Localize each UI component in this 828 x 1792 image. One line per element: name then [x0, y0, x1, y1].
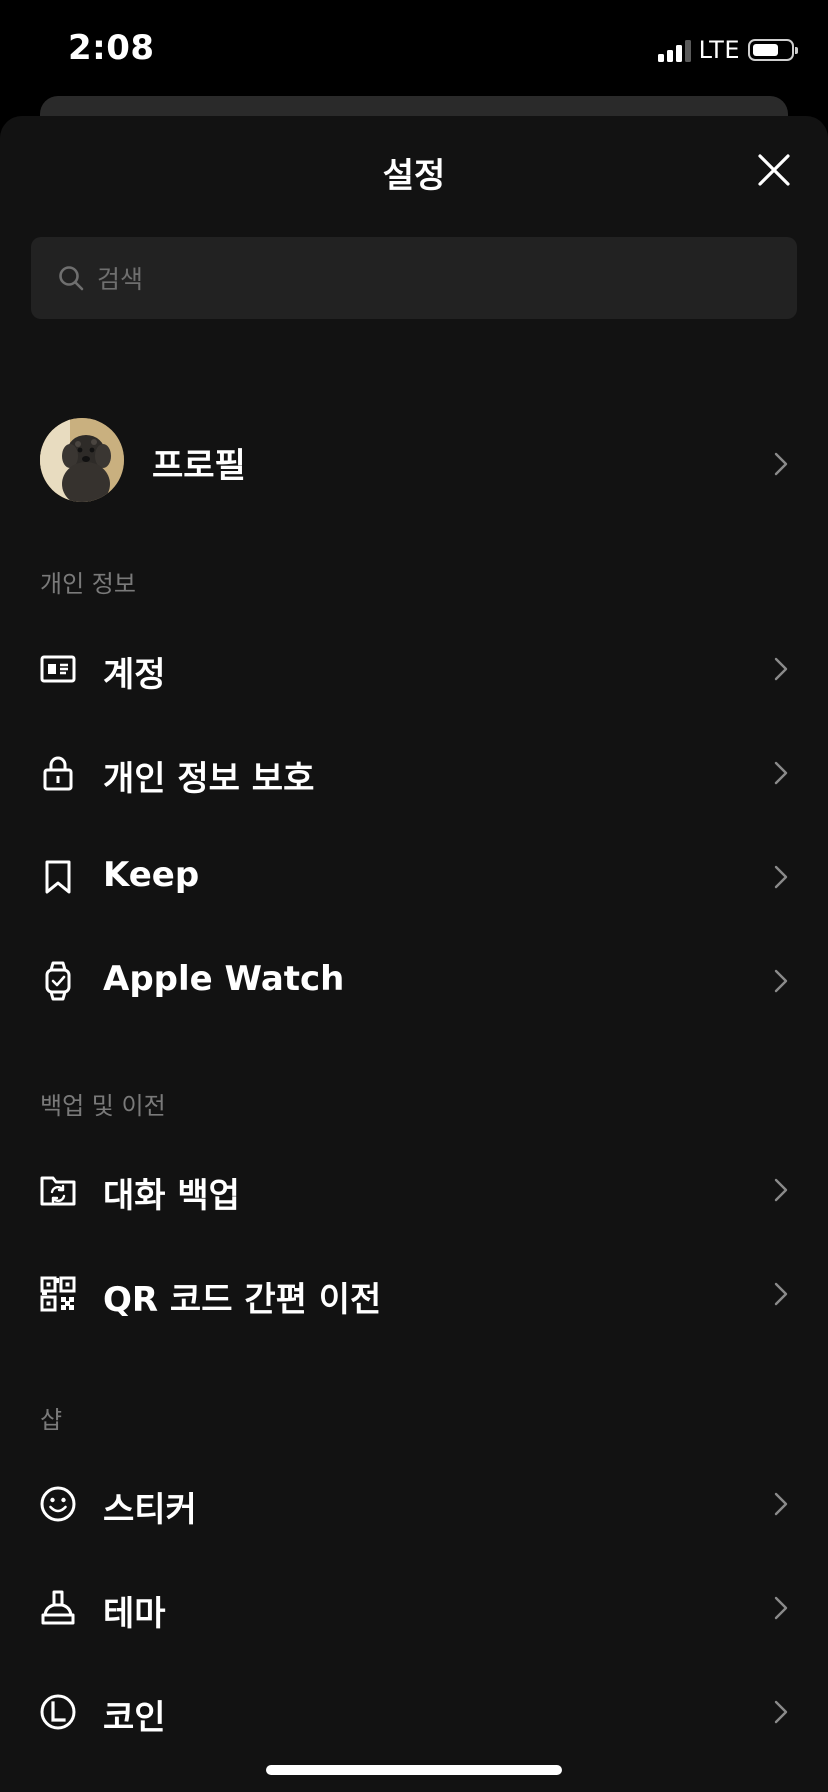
profile-label: 프로필: [152, 446, 246, 486]
menu-item-apple-watch[interactable]: Apple Watch: [0, 933, 828, 1029]
lock-icon: [43, 756, 73, 791]
folder-sync-icon: [40, 1176, 76, 1206]
menu-item-coins[interactable]: 코인: [0, 1664, 828, 1760]
menu-item-privacy[interactable]: 개인 정보 보호: [0, 725, 828, 821]
chevron-right-icon: [774, 1596, 788, 1620]
menu-item-label: 개인 정보 보호: [103, 759, 315, 799]
profile-row[interactable]: 프로필: [0, 406, 828, 526]
qr-code-icon: [40, 1276, 76, 1312]
menu-item-stickers[interactable]: 스티커: [0, 1456, 828, 1552]
menu-item-label: QR 코드 간편 이전: [103, 1280, 382, 1320]
battery-level: [753, 44, 778, 56]
chevron-right-icon: [774, 1178, 788, 1202]
screen: 2:08 LTE 설정 검색 프로필 개인 정보 계정 개인 정보 보호 Kee…: [0, 0, 828, 1792]
section-header-shop: 샵: [40, 1406, 63, 1434]
chevron-right-icon: [774, 865, 788, 889]
avatar: [40, 418, 124, 502]
section-header-personal: 개인 정보: [40, 570, 136, 598]
menu-item-label: Apple Watch: [103, 959, 345, 999]
menu-item-label: 테마: [103, 1594, 166, 1634]
menu-item-account[interactable]: 계정: [0, 621, 828, 717]
menu-item-themes[interactable]: 테마: [0, 1560, 828, 1656]
chevron-right-icon: [774, 1700, 788, 1724]
brush-icon: [41, 1590, 75, 1625]
bookmark-icon: [45, 860, 71, 894]
chevron-right-icon: [774, 1492, 788, 1516]
smiley-icon: [40, 1486, 76, 1522]
status-indicators: LTE: [657, 36, 798, 64]
menu-item-label: Keep: [103, 855, 200, 895]
menu-item-qr-transfer[interactable]: QR 코드 간편 이전: [0, 1246, 828, 1342]
chevron-right-icon: [774, 969, 788, 993]
chevron-right-icon: [774, 761, 788, 785]
menu-item-label: 스티커: [103, 1490, 197, 1530]
settings-sheet: 설정 검색 프로필 개인 정보 계정 개인 정보 보호 Keep Apple W…: [0, 116, 828, 1792]
menu-item-label: 계정: [103, 655, 166, 695]
chevron-right-icon: [774, 1282, 788, 1306]
menu-item-chat-backup[interactable]: 대화 백업: [0, 1142, 828, 1238]
menu-item-keep[interactable]: Keep: [0, 829, 828, 925]
page-title: 설정: [382, 156, 446, 196]
menu-item-label: 대화 백업: [103, 1176, 240, 1216]
section-header-backup: 백업 및 이전: [40, 1092, 166, 1120]
cellular-signal-icon: [657, 38, 691, 62]
home-indicator[interactable]: [266, 1765, 562, 1775]
search-bar[interactable]: [31, 237, 797, 321]
chevron-right-icon: [774, 452, 788, 476]
network-type: LTE: [698, 36, 740, 64]
status-time: 2:08: [68, 28, 155, 68]
status-bar: 2:08 LTE: [0, 0, 828, 100]
search-input[interactable]: [95, 237, 779, 321]
id-card-icon: [40, 655, 76, 683]
close-button[interactable]: [754, 150, 794, 190]
watch-icon: [45, 961, 71, 1001]
menu-item-label: 코인: [103, 1698, 166, 1738]
close-icon: [758, 154, 790, 186]
battery-icon: [748, 39, 798, 61]
search-icon: [59, 266, 84, 291]
coin-icon: [40, 1694, 76, 1730]
dog-photo-icon: [40, 418, 124, 502]
chevron-right-icon: [774, 657, 788, 681]
